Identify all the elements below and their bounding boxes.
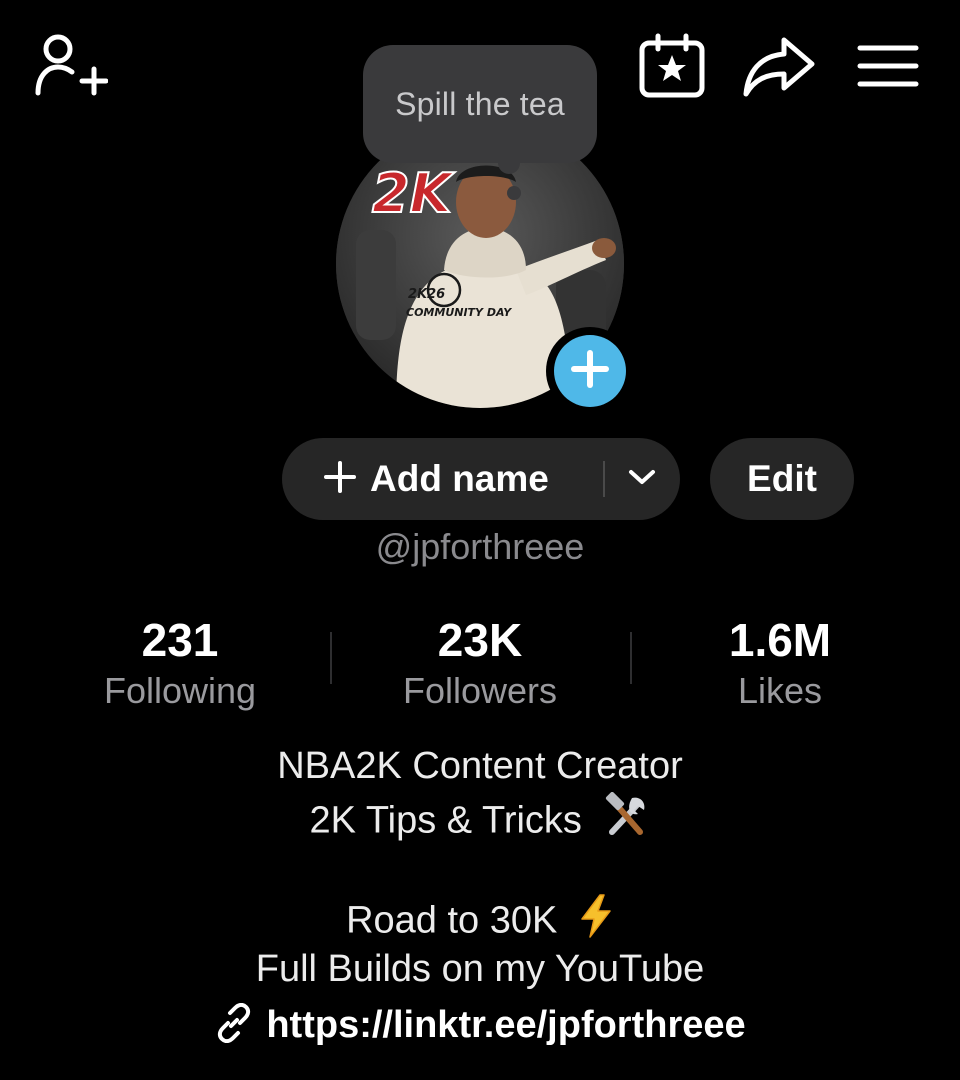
- person-plus-icon: [32, 31, 108, 99]
- tooltip-text: Spill the tea: [395, 85, 565, 122]
- hamburger-menu-icon: [857, 42, 919, 90]
- stat-likes[interactable]: 1.6M Likes: [630, 612, 930, 714]
- add-name-button[interactable]: Add name: [282, 438, 579, 520]
- stat-value: 1.6M: [728, 614, 832, 666]
- tooltip-dot: [507, 186, 521, 200]
- bio-text: Road to 30K: [346, 899, 558, 942]
- svg-text:2K26: 2K26: [408, 287, 445, 302]
- add-name-control: Add name: [282, 438, 680, 520]
- stat-value: 231: [141, 614, 219, 666]
- bio-line-1: NBA2K Content Creator: [0, 741, 960, 791]
- stat-followers[interactable]: 23K Followers: [330, 612, 630, 714]
- svg-text:COMMUNITY DAY: COMMUNITY DAY: [406, 306, 512, 319]
- bio-line-4: Full Builds on my YouTube: [0, 944, 960, 994]
- bio-text: Full Builds on my YouTube: [255, 948, 705, 990]
- calendar-star-icon: [638, 33, 706, 99]
- chevron-down-icon: [628, 468, 656, 491]
- add-friend-button[interactable]: [30, 30, 110, 100]
- stat-label: Followers: [402, 670, 558, 711]
- stat-label: Likes: [737, 670, 823, 711]
- stat-value: 23K: [437, 614, 523, 666]
- plus-icon: [324, 460, 356, 498]
- add-avatar-button[interactable]: [546, 327, 634, 415]
- plus-icon: [570, 349, 610, 394]
- bio-text: NBA2K Content Creator: [277, 745, 683, 787]
- edit-label: Edit: [747, 458, 817, 499]
- add-name-label: Add name: [370, 458, 549, 499]
- svg-text:2K: 2K: [372, 162, 456, 225]
- stat-following[interactable]: 231 Following: [30, 612, 330, 714]
- bio-link[interactable]: https://linktr.ee/jpforthreee: [0, 1002, 960, 1048]
- share-button[interactable]: [740, 32, 818, 102]
- share-arrow-icon: [742, 34, 816, 100]
- edit-profile-button[interactable]: Edit: [710, 438, 854, 520]
- bio-text: 2K Tips & Tricks: [309, 799, 582, 842]
- hammer-and-wrench-icon: [602, 791, 650, 853]
- username: @jpforthreee: [375, 526, 585, 567]
- bio-line-2: 2K Tips & Tricks: [0, 791, 960, 853]
- events-button[interactable]: [636, 30, 708, 102]
- link-text: https://linktr.ee/jpforthreee: [266, 1004, 746, 1046]
- stat-label: Following: [103, 670, 257, 711]
- status-tooltip[interactable]: Spill the tea: [363, 45, 597, 163]
- link-icon: [214, 1002, 254, 1048]
- name-dropdown-button[interactable]: [605, 438, 680, 520]
- menu-button[interactable]: [854, 38, 922, 94]
